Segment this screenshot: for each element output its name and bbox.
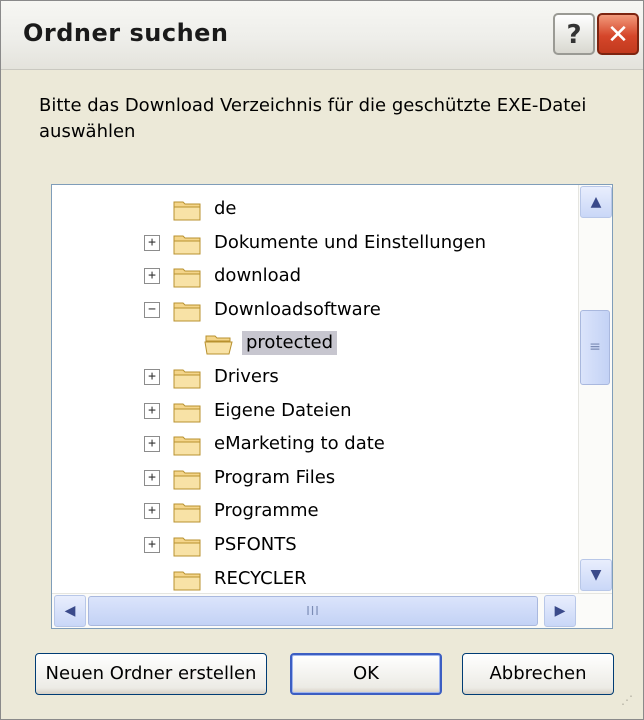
tree-item[interactable]: RECYCLER [144,563,564,593]
vertical-scrollbar[interactable]: ▲ ≡ ▼ [578,185,612,593]
tree-item-label: Dokumente und Einstellungen [214,232,487,253]
tree-item[interactable]: + Program Files [144,462,564,496]
title-bar[interactable]: Ordner suchen ? ✕ [1,1,643,70]
folder-tree-items: de + Dokumente und Einstellungen + download −… [52,185,576,593]
expand-icon[interactable]: + [144,436,160,452]
expand-icon[interactable]: + [144,403,160,419]
folder-icon [173,470,201,490]
scroll-left-button[interactable]: ◀ [54,595,86,627]
folder-browser-dialog: Ordner suchen ? ✕ Bitte das Download Ver… [0,0,644,720]
tree-item-label: download [214,265,302,286]
tree-item[interactable]: + eMarketing to date [144,428,564,462]
folder-icon [173,503,201,523]
resize-grip-icon[interactable]: ⋰ [621,694,641,717]
folder-icon [173,436,201,456]
tree-item-label: eMarketing to date [214,433,385,454]
tree-item-label: Drivers [214,366,279,387]
expand-icon[interactable]: + [144,235,160,251]
tree-item-label: Program Files [214,467,336,488]
tree-item[interactable]: de [144,193,564,227]
dialog-instruction: Bitte das Download Verzeichnis für die g… [39,95,587,142]
tree-item-label: RECYCLER [214,568,307,589]
horizontal-scroll-thumb[interactable]: III [88,596,538,626]
ok-button[interactable]: OK [290,653,442,695]
tree-item[interactable]: + download [144,260,564,294]
expand-icon[interactable]: + [144,268,160,284]
vertical-scroll-thumb[interactable]: ≡ [580,310,610,385]
close-button[interactable]: ✕ [597,13,639,55]
cancel-button[interactable]: Abbrechen [462,653,614,695]
tree-item-label: Programme [214,500,319,521]
tree-item[interactable]: + Programme [144,495,564,529]
folder-tree[interactable]: de + Dokumente und Einstellungen + download −… [51,184,613,629]
expand-icon[interactable]: + [144,537,160,553]
folder-icon [173,403,201,423]
tree-item[interactable]: − Downloadsoftware [144,294,564,328]
folder-icon [173,201,201,221]
folder-icon [173,537,201,557]
horizontal-scrollbar[interactable]: ◀ III ▶ [52,593,612,628]
tree-item-label: de [214,198,237,219]
folder-icon [173,268,201,288]
tree-item[interactable]: + Drivers [144,361,564,395]
expand-icon[interactable]: + [144,503,160,519]
window-title: Ordner suchen [23,19,229,47]
expand-icon[interactable]: + [144,470,160,486]
folder-icon [173,571,201,591]
folder-icon [173,235,201,255]
tree-item-label: Eigene Dateien [214,400,352,421]
scroll-down-button[interactable]: ▼ [580,559,612,591]
tree-item[interactable]: + PSFONTS [144,529,564,563]
new-folder-button[interactable]: Neuen Ordner erstellen [35,653,267,695]
tree-item-label: protected [242,331,338,355]
folder-icon [173,369,201,389]
open-folder-icon [204,335,233,355]
help-button[interactable]: ? [553,13,595,55]
scroll-up-button[interactable]: ▲ [580,186,612,218]
tree-item[interactable]: + Eigene Dateien [144,395,564,429]
tree-item-label: Downloadsoftware [214,299,381,320]
scroll-right-button[interactable]: ▶ [544,595,576,627]
expand-icon[interactable]: + [144,369,160,385]
folder-icon [173,302,201,322]
collapse-icon[interactable]: − [144,302,160,318]
tree-item[interactable]: protected [176,327,576,361]
tree-item-label: PSFONTS [214,534,297,555]
tree-item[interactable]: + Dokumente und Einstellungen [144,227,564,261]
